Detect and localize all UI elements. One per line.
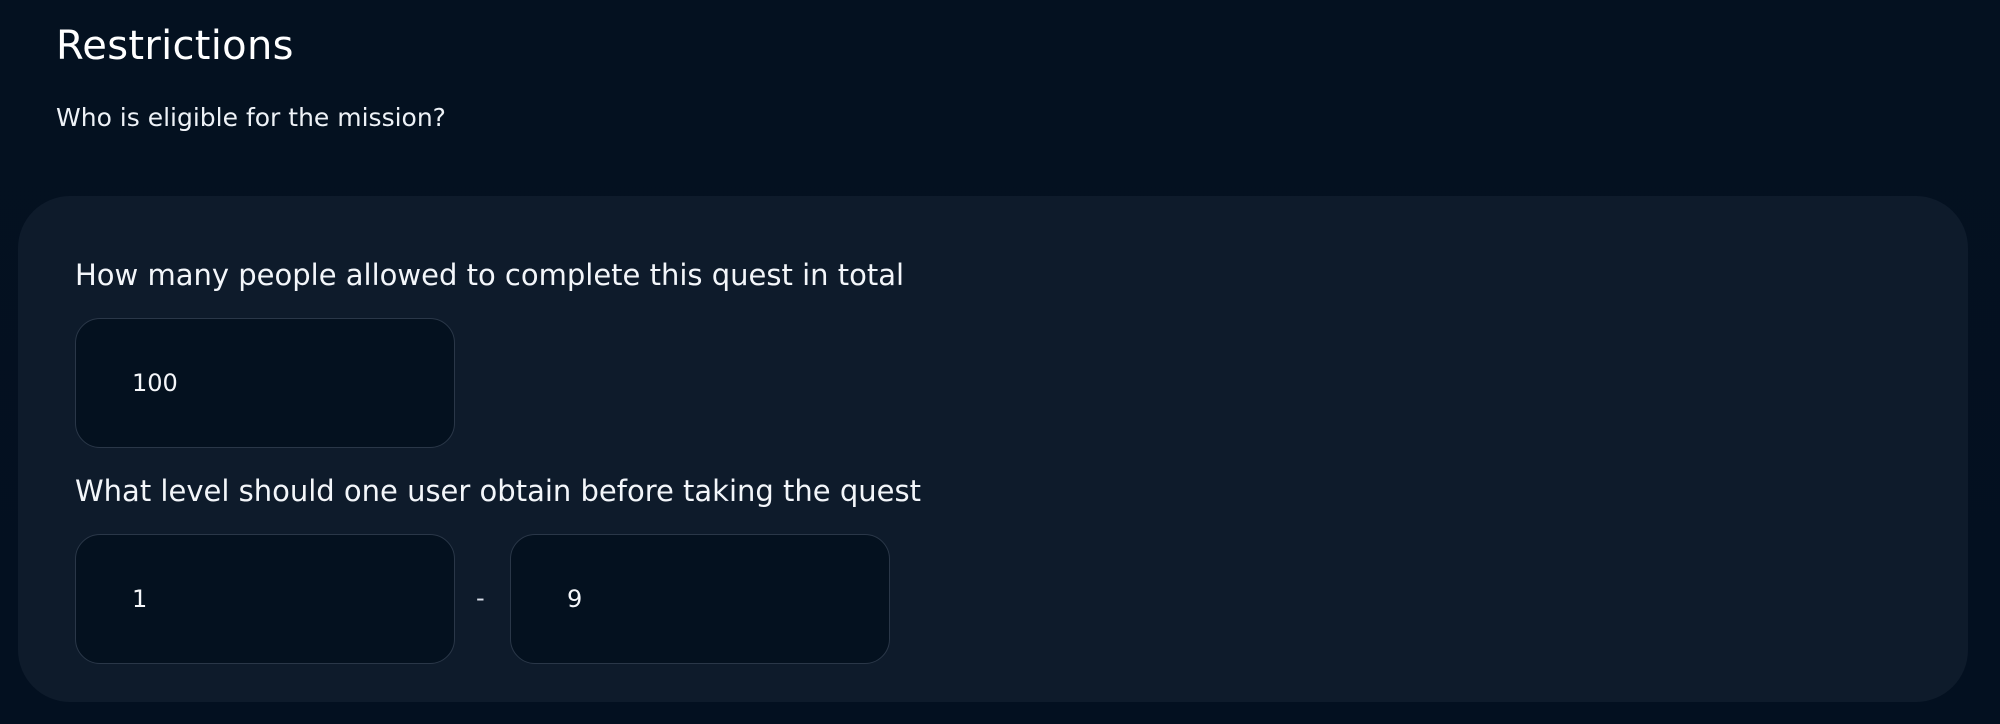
page-title: Restrictions — [56, 23, 294, 69]
restrictions-panel: How many people allowed to complete this… — [18, 196, 1968, 702]
maximum-level-input[interactable]: 9 — [510, 534, 890, 664]
level-requirement-label: What level should one user obtain before… — [75, 474, 921, 508]
total-completions-input[interactable]: 100 — [75, 318, 455, 448]
total-completions-label: How many people allowed to complete this… — [75, 258, 905, 292]
level-range-separator: - — [476, 584, 485, 612]
page-subtitle: Who is eligible for the mission? — [56, 103, 446, 132]
minimum-level-input[interactable]: 1 — [75, 534, 455, 664]
